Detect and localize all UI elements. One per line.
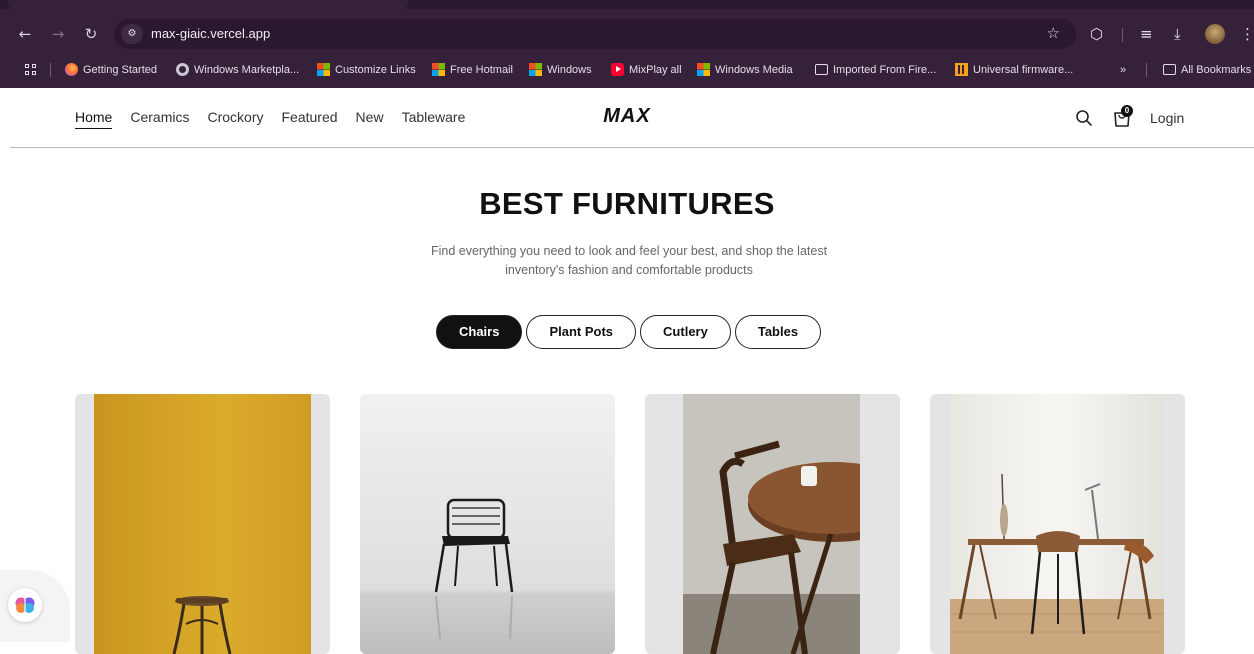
filter-chairs[interactable]: Chairs bbox=[436, 315, 523, 349]
bookmark-label: Universal firmware... bbox=[973, 63, 1074, 76]
bookmark-label: Customize Links bbox=[335, 63, 416, 76]
folder-icon bbox=[1163, 64, 1176, 75]
url-text[interactable]: max-giaic.vercel.app bbox=[151, 26, 270, 41]
tab-strip bbox=[0, 0, 1254, 9]
assistant-button[interactable] bbox=[8, 588, 42, 622]
bookmark-label: Free Hotmail bbox=[450, 63, 513, 76]
address-bar[interactable]: ⚙ max-giaic.vercel.app ☆ bbox=[114, 19, 1076, 49]
bookmark-label: Imported From Fire... bbox=[833, 63, 937, 76]
filter-cutlery[interactable]: Cutlery bbox=[640, 315, 731, 349]
back-arrow-icon[interactable]: ← bbox=[16, 25, 34, 43]
bookmark-getting-started[interactable]: Getting Started bbox=[65, 61, 157, 78]
filter-tables[interactable]: Tables bbox=[734, 315, 822, 349]
bookmark-label: MixPlay all bbox=[629, 63, 682, 76]
page-title: BEST FURNITURES bbox=[479, 186, 775, 221]
toolbar-divider bbox=[1122, 28, 1123, 42]
app-icon bbox=[955, 63, 968, 76]
search-icon[interactable] bbox=[1075, 109, 1093, 127]
bookmark-universal-firmware[interactable]: Universal firmware... bbox=[955, 61, 1073, 78]
product-card[interactable] bbox=[645, 394, 900, 654]
bookmark-imported-folder[interactable]: Imported From Fire... bbox=[815, 61, 936, 78]
wooden-chair-round-table-photo bbox=[683, 394, 860, 654]
bookmark-windows[interactable]: Windows bbox=[529, 61, 592, 78]
browser-toolbar: ← → ↻ ⚙ max-giaic.vercel.app ☆ ⬡ ≡ ⤓ ⋮ bbox=[0, 0, 1254, 51]
globe-icon bbox=[176, 63, 189, 76]
youtube-icon bbox=[611, 63, 624, 76]
bookmark-customize-links[interactable]: Customize Links bbox=[317, 61, 416, 78]
product-card[interactable] bbox=[75, 394, 330, 654]
cart-count-badge: 0 bbox=[1121, 105, 1133, 117]
category-filters: Chairs Plant Pots Cutlery Tables bbox=[436, 315, 822, 349]
bookmark-mixplay[interactable]: MixPlay all bbox=[611, 61, 682, 78]
header-divider bbox=[10, 147, 1254, 148]
all-bookmarks-button[interactable]: All Bookmarks bbox=[1163, 61, 1251, 78]
bookmarks-bar: Getting Started Windows Marketpla... Cus… bbox=[0, 51, 1254, 88]
filter-plant-pots[interactable]: Plant Pots bbox=[526, 315, 637, 349]
reload-icon[interactable]: ↻ bbox=[82, 25, 100, 43]
menu-kebab-icon[interactable]: ⋮ bbox=[1240, 25, 1254, 43]
product-card[interactable] bbox=[930, 394, 1185, 654]
site-header: Home Ceramics Crockory Featured New Tabl… bbox=[0, 88, 1254, 148]
bookmark-label: Windows bbox=[547, 63, 592, 76]
extensions-icon[interactable]: ⬡ bbox=[1090, 25, 1103, 43]
site-logo[interactable]: MAX bbox=[0, 105, 1254, 128]
microsoft-icon bbox=[317, 63, 330, 76]
profile-avatar[interactable] bbox=[1205, 24, 1225, 44]
site-info-icon[interactable]: ⚙ bbox=[121, 24, 143, 44]
bookmark-windows-media[interactable]: Windows Media bbox=[697, 61, 793, 78]
login-link[interactable]: Login bbox=[1150, 110, 1184, 126]
bookmarks-divider bbox=[1146, 63, 1147, 77]
bookmark-windows-marketplace[interactable]: Windows Marketpla... bbox=[176, 61, 299, 78]
yellow-wall-stool-photo bbox=[94, 394, 311, 654]
product-card[interactable] bbox=[360, 394, 615, 654]
microsoft-icon bbox=[697, 63, 710, 76]
overflow-chevron-icon: » bbox=[1120, 63, 1127, 76]
forward-arrow-icon[interactable]: → bbox=[49, 25, 67, 43]
bookmark-label: Windows Media bbox=[715, 63, 793, 76]
bookmark-label: Getting Started bbox=[83, 63, 157, 76]
apps-grid-icon[interactable] bbox=[25, 64, 37, 76]
active-tab[interactable] bbox=[8, 0, 408, 9]
microsoft-icon bbox=[432, 63, 445, 76]
bookmark-star-icon[interactable]: ☆ bbox=[1047, 24, 1060, 42]
media-control-icon[interactable]: ≡ bbox=[1140, 25, 1153, 43]
bookmark-label: Windows Marketpla... bbox=[194, 63, 300, 76]
bookmarks-overflow-button[interactable]: » bbox=[1120, 61, 1126, 78]
brain-icon bbox=[15, 597, 35, 613]
wire-chair-photo bbox=[360, 394, 615, 654]
download-icon[interactable]: ⤓ bbox=[1174, 25, 1181, 43]
microsoft-icon bbox=[529, 63, 542, 76]
desk-and-chair-photo bbox=[950, 394, 1164, 654]
firefox-icon bbox=[65, 63, 78, 76]
page-subtitle: Find everything you need to look and fee… bbox=[430, 244, 828, 277]
bookmarks-divider bbox=[50, 63, 51, 77]
bookmark-label: All Bookmarks bbox=[1181, 63, 1252, 76]
folder-icon bbox=[815, 64, 828, 75]
bookmark-free-hotmail[interactable]: Free Hotmail bbox=[432, 61, 513, 78]
